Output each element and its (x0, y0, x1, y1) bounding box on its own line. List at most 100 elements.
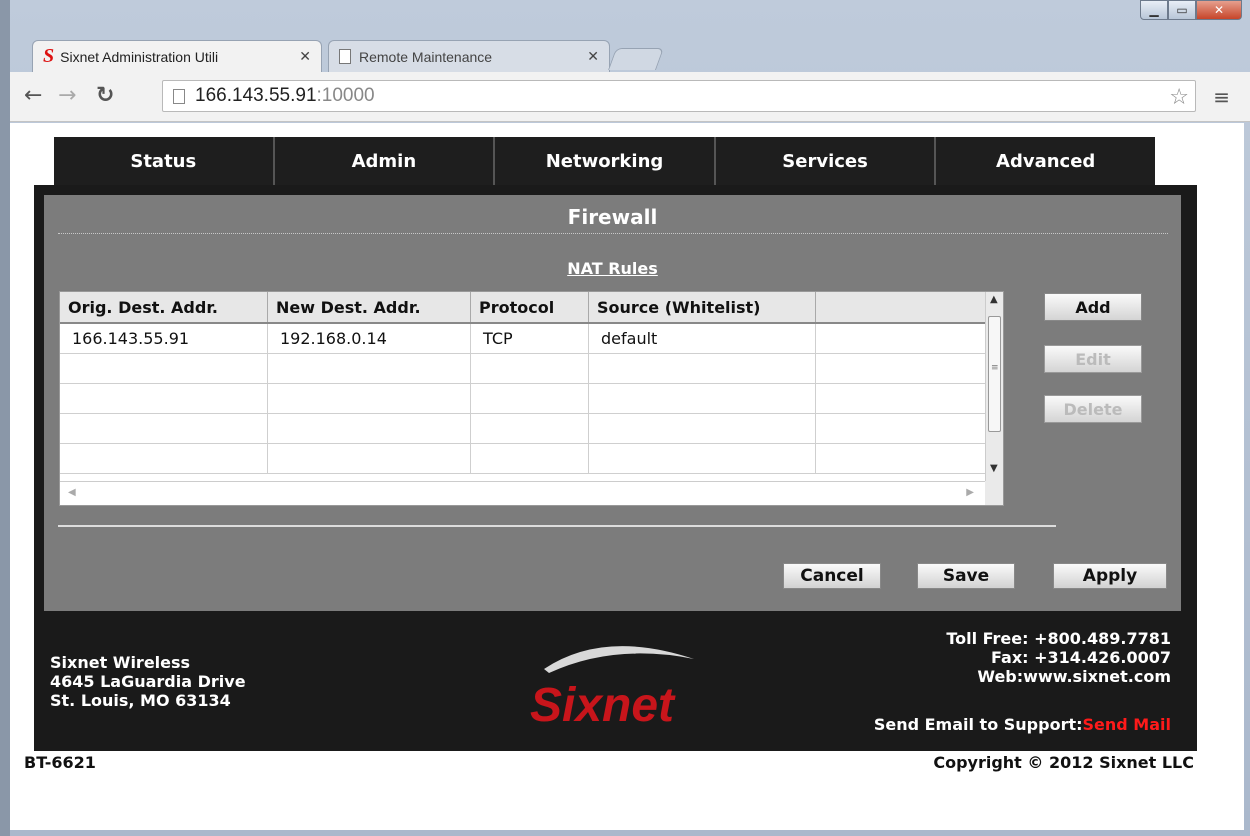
footer-address: Sixnet Wireless 4645 LaGuardia Drive St.… (50, 653, 246, 710)
scroll-left-icon[interactable]: ◀ (68, 487, 76, 498)
panel-divider (58, 525, 1056, 527)
bookmark-star-icon[interactable]: ☆ (1169, 85, 1189, 110)
cell-new-dest (268, 444, 471, 473)
footer: Sixnet Wireless 4645 LaGuardia Drive St.… (44, 621, 1181, 751)
url-host: 166.143.55.91 (195, 85, 317, 106)
minimize-button[interactable]: ▁ (1140, 0, 1168, 20)
grip-icon: ≡ (991, 363, 999, 373)
company-name: Sixnet Wireless (50, 653, 191, 672)
add-button[interactable]: Add (1044, 293, 1142, 321)
sixnet-logo: Sixnet (530, 646, 694, 732)
support-label: Send Email to Support: (873, 715, 1083, 734)
scroll-down-icon[interactable]: ▼ (990, 463, 998, 474)
sixnet-favicon-icon: S (43, 45, 55, 67)
main-nav: Status Admin Networking Services Advance… (54, 137, 1155, 185)
website: Web:www.sixnet.com (977, 667, 1171, 686)
cell-source (589, 444, 816, 473)
save-button[interactable]: Save (917, 563, 1015, 589)
browser-toolbar: ← → ↻ 166.143.55.91:10000 ☆ ≡ (10, 72, 1250, 122)
menu-icon[interactable]: ≡ (1213, 85, 1230, 109)
horizontal-scrollbar[interactable]: ◀ ▶ (60, 481, 986, 505)
footer-contact: Toll Free: +800.489.7781 Fax: +314.426.0… (946, 629, 1171, 686)
city-address: St. Louis, MO 63134 (50, 691, 231, 710)
table-header: Orig. Dest. Addr. New Dest. Addr. Protoc… (60, 292, 986, 324)
column-header-empty (816, 292, 986, 322)
tab-title: Sixnet Administration Utili (60, 48, 219, 65)
scroll-corner (985, 481, 1003, 505)
table-body: 166.143.55.91 192.168.0.14 TCP default (60, 324, 986, 482)
logo-text: Sixnet (530, 679, 676, 732)
firewall-panel: Firewall NAT Rules Orig. Dest. Addr. New… (44, 195, 1181, 611)
column-header-source[interactable]: Source (Whitelist) (589, 292, 816, 322)
cell-protocol (471, 354, 589, 383)
tab-sixnet-admin[interactable]: S Sixnet Administration Utili ✕ (32, 40, 322, 72)
nav-services[interactable]: Services (715, 137, 937, 185)
table-row[interactable] (60, 354, 986, 384)
tab-strip: S Sixnet Administration Utili ✕ Remote M… (10, 0, 1250, 72)
close-tab-icon[interactable]: ✕ (299, 48, 311, 65)
tab-title: Remote Maintenance (359, 48, 493, 65)
reload-icon[interactable]: ↻ (96, 85, 114, 107)
close-window-button[interactable]: ✕ (1196, 0, 1242, 20)
cell-protocol: TCP (471, 324, 589, 353)
maximize-button[interactable]: ▭ (1168, 0, 1196, 20)
apply-button[interactable]: Apply (1053, 563, 1167, 589)
address-bar[interactable]: 166.143.55.91:10000 ☆ (162, 80, 1196, 112)
fax: Fax: +314.426.0007 (991, 648, 1171, 667)
nav-admin[interactable]: Admin (274, 137, 496, 185)
browser-window: S Sixnet Administration Utili ✕ Remote M… (0, 0, 1250, 836)
cell-new-dest (268, 354, 471, 383)
cell-protocol (471, 414, 589, 443)
page-icon (173, 88, 185, 104)
cell-new-dest (268, 384, 471, 413)
nat-rules-table: Orig. Dest. Addr. New Dest. Addr. Protoc… (59, 291, 1004, 506)
tab-remote-maintenance[interactable]: Remote Maintenance ✕ (328, 40, 610, 72)
cell-new-dest: 192.168.0.14 (268, 324, 471, 353)
column-header-new-dest[interactable]: New Dest. Addr. (268, 292, 471, 322)
close-tab-icon[interactable]: ✕ (587, 48, 599, 65)
page-title: Firewall (567, 205, 658, 229)
table-row[interactable] (60, 414, 986, 444)
nav-status[interactable]: Status (54, 137, 275, 185)
table-caption: NAT Rules (567, 259, 658, 278)
delete-button[interactable]: Delete (1044, 395, 1142, 423)
table-row[interactable] (60, 384, 986, 414)
cell-orig-dest (60, 444, 268, 473)
cell-orig-dest: 166.143.55.91 (60, 324, 268, 353)
cell-new-dest (268, 414, 471, 443)
new-tab-button[interactable] (607, 48, 665, 70)
support-line: Send Email to Support:Send Mail (874, 715, 1171, 734)
nav-advanced[interactable]: Advanced (936, 137, 1155, 185)
column-header-orig-dest[interactable]: Orig. Dest. Addr. (60, 292, 268, 322)
cell-source (589, 354, 816, 383)
bottom-bar: BT-6621 Copyright © 2012 Sixnet LLC (24, 753, 1194, 772)
vertical-scrollbar[interactable]: ▲ ≡ ▼ (985, 292, 1003, 482)
model-number: BT-6621 (24, 753, 96, 772)
page-viewport: Status Admin Networking Services Advance… (10, 123, 1244, 830)
copyright: Copyright © 2012 Sixnet LLC (933, 753, 1194, 772)
toll-free: Toll Free: +800.489.7781 (946, 629, 1171, 648)
cancel-button[interactable]: Cancel (783, 563, 881, 589)
window-controls: ▁ ▭ ✕ (1140, 0, 1242, 20)
forward-arrow-icon[interactable]: → (58, 85, 76, 107)
cell-empty (816, 324, 986, 353)
scroll-right-icon[interactable]: ▶ (966, 487, 974, 498)
street-address: 4645 LaGuardia Drive (50, 672, 246, 691)
nav-networking[interactable]: Networking (495, 137, 716, 185)
column-header-protocol[interactable]: Protocol (471, 292, 589, 322)
cell-orig-dest (60, 414, 268, 443)
table-row[interactable]: 166.143.55.91 192.168.0.14 TCP default (60, 324, 986, 354)
scroll-thumb[interactable]: ≡ (988, 316, 1001, 432)
back-arrow-icon[interactable]: ← (24, 85, 42, 107)
window-edge (0, 0, 10, 836)
cell-orig-dest (60, 354, 268, 383)
edit-button[interactable]: Edit (1044, 345, 1142, 373)
logo-swoosh (544, 646, 694, 673)
scroll-up-icon[interactable]: ▲ (990, 294, 998, 305)
page-icon (339, 49, 351, 64)
cell-source (589, 414, 816, 443)
send-mail-link[interactable]: Send Mail (1083, 715, 1171, 734)
table-row[interactable] (60, 444, 986, 474)
content-frame: Firewall NAT Rules Orig. Dest. Addr. New… (34, 185, 1197, 751)
url-port: :10000 (316, 85, 375, 106)
